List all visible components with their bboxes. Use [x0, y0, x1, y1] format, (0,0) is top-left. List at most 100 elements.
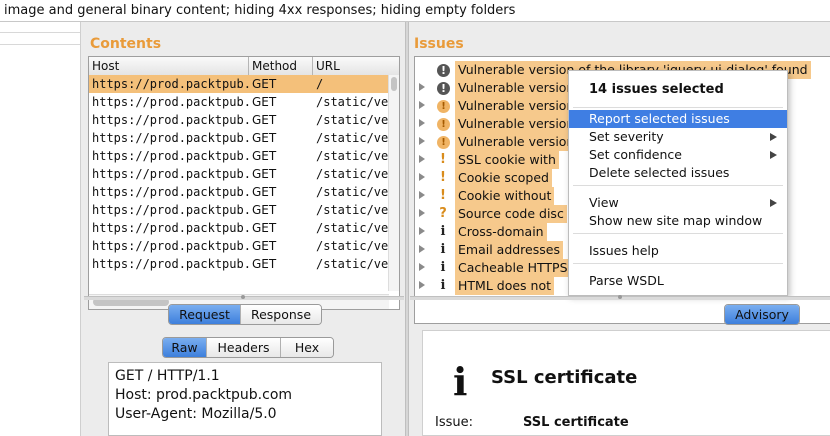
table-row[interactable]: https://prod.packtpub.comGET/static/vers: [89, 147, 389, 165]
tab-headers[interactable]: Headers: [207, 338, 281, 357]
column-header-host[interactable]: Host: [89, 57, 249, 75]
request-editor[interactable]: GET / HTTP/1.1 Host: prod.packtpub.com U…: [108, 362, 382, 436]
table-cell-method: GET: [252, 149, 277, 163]
site-map-tree-panel: [0, 22, 81, 436]
issues-context-menu: 14 issues selected Report selected issue…: [568, 70, 788, 296]
menu-item-parse-wsdl[interactable]: Parse WSDL: [569, 272, 787, 290]
request-response-tabs: Request Response: [168, 304, 322, 325]
table-row[interactable]: https://prod.packtpub.comGET/static/vers: [89, 255, 389, 273]
issue-label: SSL cookie with: [455, 151, 559, 169]
menu-item-set-severity[interactable]: Set severity: [569, 128, 787, 146]
menu-item-report-selected-issues[interactable]: Report selected issues: [569, 110, 787, 128]
submenu-arrow-icon: [770, 199, 777, 207]
table-cell-method: GET: [252, 77, 277, 91]
column-header-url[interactable]: URL: [313, 57, 389, 75]
tab-advisory[interactable]: Advisory: [725, 305, 799, 324]
filter-status-bar[interactable]: image and general binary content; hiding…: [0, 0, 830, 22]
table-row[interactable]: https://prod.packtpub.comGET/static/vers: [89, 219, 389, 237]
info-icon: i: [453, 359, 468, 404]
tree-divider: [0, 44, 80, 45]
menu-header-selection-count: 14 issues selected: [589, 82, 724, 97]
table-row[interactable]: https://prod.packtpub.comGET/static/vers: [89, 129, 389, 147]
menu-separator: [573, 185, 783, 186]
menu-item-label: Set confidence: [589, 147, 682, 162]
issue-label: Cookie without: [455, 187, 555, 205]
table-cell-host: https://prod.packtpub.com: [92, 203, 249, 217]
table-row[interactable]: https://prod.packtpub.comGET/static/vers: [89, 237, 389, 255]
menu-item-set-confidence[interactable]: Set confidence: [569, 146, 787, 164]
table-cell-method: GET: [252, 167, 277, 181]
menu-separator: [573, 107, 783, 108]
table-cell-url: /static/vers: [316, 185, 389, 199]
vertical-split-handle[interactable]: [405, 22, 409, 436]
scrollbar-thumb[interactable]: [391, 77, 397, 91]
expand-triangle-icon[interactable]: [419, 101, 425, 109]
request-line: GET / HTTP/1.1: [115, 368, 220, 384]
advisory-title: SSL certificate: [491, 367, 638, 388]
table-cell-method: GET: [252, 113, 277, 127]
expand-triangle-icon[interactable]: [419, 155, 425, 163]
severity-info-icon: i: [440, 242, 446, 257]
table-cell-url: /static/vers: [316, 113, 389, 127]
table-cell-host: https://prod.packtpub.com: [92, 167, 249, 181]
issue-label: Vulnerable version: [455, 115, 578, 133]
issue-label: Vulnerable version: [455, 79, 578, 97]
menu-separator: [573, 263, 783, 264]
expand-triangle-icon[interactable]: [419, 209, 425, 217]
severity-med-icon: !: [437, 136, 450, 149]
menu-item-issues-help[interactable]: Issues help: [569, 242, 787, 260]
request-header-host: Host: prod.packtpub.com: [115, 387, 293, 403]
table-cell-host: https://prod.packtpub.com: [92, 221, 249, 235]
table-row[interactable]: https://prod.packtpub.comGET/static/vers: [89, 111, 389, 129]
contents-table[interactable]: Host Method URL https://prod.packtpub.co…: [88, 56, 400, 310]
severity-low-icon: !: [440, 170, 446, 185]
table-cell-url: /static/vers: [316, 167, 389, 181]
expand-triangle-icon[interactable]: [419, 245, 425, 253]
menu-item-label: Parse WSDL: [589, 273, 664, 288]
table-cell-url: /static/vers: [316, 257, 389, 271]
expand-triangle-icon[interactable]: [419, 281, 425, 289]
table-row[interactable]: https://prod.packtpub.comGET/static/vers: [89, 183, 389, 201]
expand-triangle-icon[interactable]: [419, 191, 425, 199]
severity-low-icon: !: [440, 152, 446, 167]
expand-triangle-icon[interactable]: [419, 227, 425, 235]
issue-label: Cross-domain: [455, 223, 547, 241]
tab-response[interactable]: Response: [241, 305, 321, 324]
issue-label: Source code disc: [455, 205, 567, 223]
menu-item-delete-selected-issues[interactable]: Delete selected issues: [569, 164, 787, 182]
issue-label: Vulnerable version: [455, 133, 578, 151]
table-cell-host: https://prod.packtpub.com: [92, 95, 249, 109]
table-row[interactable]: https://prod.packtpub.comGET/static/vers: [89, 201, 389, 219]
severity-high-icon: !: [437, 82, 450, 95]
menu-item-label: Set severity: [589, 129, 664, 144]
contents-table-header: Host Method URL: [89, 57, 399, 76]
column-header-method[interactable]: Method: [249, 57, 313, 75]
table-cell-url: /static/vers: [316, 221, 389, 235]
severity-med-icon: !: [437, 100, 450, 113]
menu-item-label: Delete selected issues: [589, 165, 730, 180]
table-cell-url: /static/vers: [316, 149, 389, 163]
issue-label: Email addresses: [455, 241, 563, 259]
submenu-arrow-icon: [770, 151, 777, 159]
expand-triangle-icon[interactable]: [419, 263, 425, 271]
menu-item-label: View: [589, 195, 619, 210]
tab-request[interactable]: Request: [169, 305, 241, 324]
table-row[interactable]: https://prod.packtpub.comGET /: [89, 75, 389, 93]
expand-triangle-icon[interactable]: [419, 173, 425, 181]
menu-item-view[interactable]: View: [569, 194, 787, 212]
advisory-tabs: Advisory: [724, 304, 800, 325]
table-row[interactable]: https://prod.packtpub.comGET/static/vers: [89, 165, 389, 183]
table-cell-host: https://prod.packtpub.com: [92, 257, 249, 271]
tab-raw[interactable]: Raw: [163, 338, 207, 357]
expand-triangle-icon[interactable]: [419, 83, 425, 91]
table-row[interactable]: https://prod.packtpub.comGET/static/vers: [89, 93, 389, 111]
expand-triangle-icon[interactable]: [419, 137, 425, 145]
severity-tent-icon: ?: [439, 206, 447, 221]
tab-hex[interactable]: Hex: [281, 338, 333, 357]
contents-vertical-scrollbar[interactable]: [388, 75, 399, 291]
table-cell-host: https://prod.packtpub.com: [92, 239, 249, 253]
menu-item-label: Issues help: [589, 243, 659, 258]
menu-item-show-new-site-map-window[interactable]: Show new site map window: [569, 212, 787, 230]
expand-triangle-icon[interactable]: [419, 119, 425, 127]
request-header-user-agent: User-Agent: Mozilla/5.0: [115, 406, 277, 422]
